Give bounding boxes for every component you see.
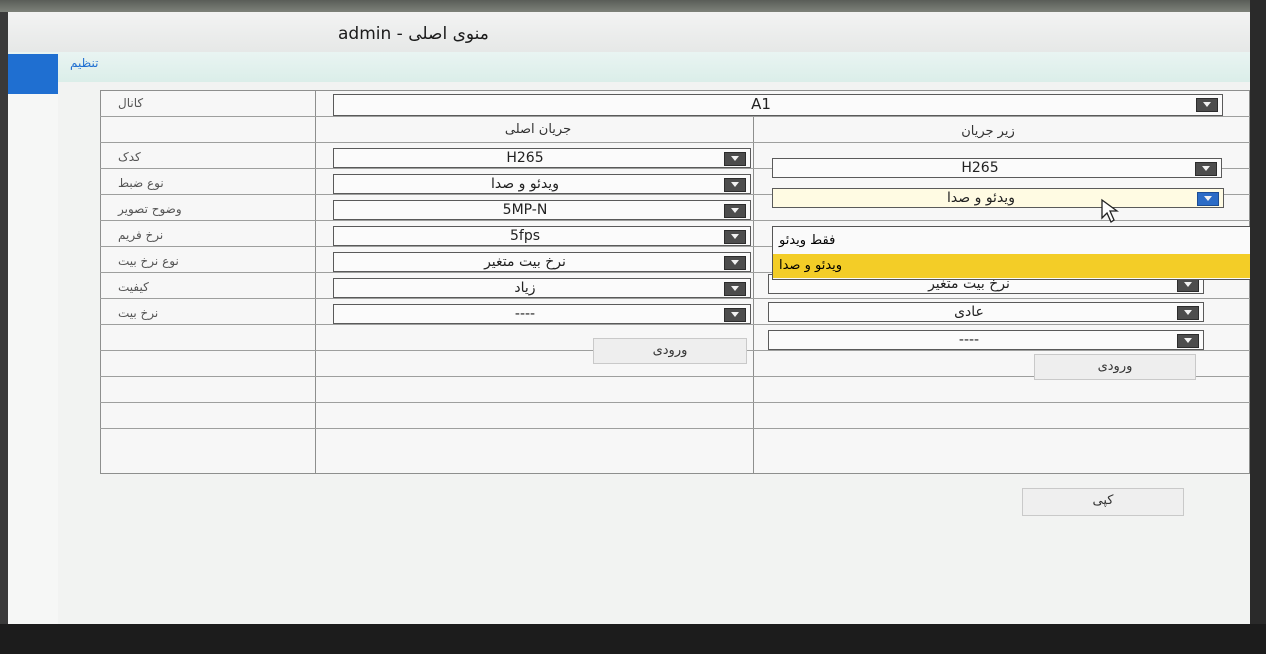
- chevron-down-icon[interactable]: [1197, 192, 1219, 206]
- monitor-bezel-left: [0, 0, 8, 654]
- chevron-down-icon[interactable]: [1195, 162, 1217, 176]
- dropdown-option-video-audio[interactable]: ویدئو و صدا: [773, 254, 1250, 278]
- side-menu-button[interactable]: [8, 54, 58, 94]
- row-line: [100, 116, 1250, 117]
- main-resolution-select[interactable]: 5MP-N: [333, 200, 751, 220]
- title-bar: admin - منوی اصلی: [8, 12, 1250, 53]
- row-line: [100, 428, 1250, 429]
- row-line: [100, 324, 1250, 325]
- window-title: admin - منوی اصلی: [338, 24, 489, 44]
- sub-quality-value: عادی: [954, 304, 984, 320]
- main-resolution-value: 5MP-N: [502, 202, 548, 218]
- main-frame-rate-select[interactable]: 5fps: [333, 226, 751, 246]
- main-record-type-select[interactable]: ویدئو و صدا: [333, 174, 751, 194]
- sidebar: [8, 94, 58, 624]
- chevron-down-icon[interactable]: [724, 308, 746, 322]
- chevron-down-icon[interactable]: [1177, 334, 1199, 348]
- chevron-down-icon[interactable]: [724, 178, 746, 192]
- monitor-bezel-top: [0, 0, 1266, 12]
- tab-strip: [8, 52, 1250, 82]
- column-divider-1: [315, 90, 316, 474]
- record-type-label: نوع ضبط: [118, 176, 164, 190]
- sub-record-type-select[interactable]: ویدئو و صدا: [772, 188, 1224, 208]
- tab-setup[interactable]: تنظیم: [70, 56, 98, 70]
- main-bitrate-type-select[interactable]: نرخ بیت متغیر: [333, 252, 751, 272]
- row-line: [100, 402, 1250, 403]
- main-input-button[interactable]: ورودی: [593, 338, 747, 364]
- sub-quality-select[interactable]: عادی: [768, 302, 1204, 322]
- row-line: [100, 142, 1250, 143]
- chevron-down-icon[interactable]: [1196, 98, 1218, 112]
- channel-select[interactable]: A1: [333, 94, 1223, 116]
- monitor-bezel-right: [1250, 0, 1266, 654]
- column-divider-2: [753, 116, 754, 474]
- sub-codec-value: H265: [961, 160, 999, 176]
- record-type-dropdown-list: فقط ویدئو ویدئو و صدا: [772, 226, 1250, 280]
- sub-input-button[interactable]: ورودی: [1034, 354, 1196, 380]
- chevron-down-icon[interactable]: [724, 282, 746, 296]
- channel-value: A1: [751, 95, 771, 113]
- main-frame-rate-value: 5fps: [509, 228, 541, 244]
- channel-label: کانال: [118, 96, 144, 110]
- sub-stream-header: زیر جریان: [961, 124, 1015, 139]
- main-bitrate-value: ----: [514, 306, 536, 322]
- main-codec-select[interactable]: H265: [333, 148, 751, 168]
- sub-bitrate-select[interactable]: ----: [768, 330, 1204, 350]
- dropdown-option-video-only[interactable]: فقط ویدئو: [773, 229, 1250, 253]
- quality-label: کیفیت: [118, 280, 149, 294]
- main-codec-value: H265: [506, 150, 544, 166]
- resolution-label: وضوح تصویر: [118, 202, 182, 216]
- main-quality-value: زیاد: [514, 280, 536, 296]
- bitrate-type-label: نوع نرخ بیت: [118, 254, 179, 268]
- chevron-down-icon[interactable]: [724, 256, 746, 270]
- main-record-type-value: ویدئو و صدا: [491, 176, 559, 192]
- main-stream-header: جریان اصلی: [504, 122, 572, 137]
- copy-button[interactable]: کپی: [1022, 488, 1184, 516]
- sub-bitrate-value: ----: [958, 332, 980, 348]
- chevron-down-icon[interactable]: [724, 152, 746, 166]
- main-quality-select[interactable]: زیاد: [333, 278, 751, 298]
- main-bitrate-type-value: نرخ بیت متغیر: [484, 254, 566, 270]
- chevron-down-icon[interactable]: [724, 230, 746, 244]
- frame-rate-label: نرخ فریم: [118, 228, 164, 242]
- mouse-pointer-icon: [1101, 198, 1119, 223]
- screen: admin - منوی اصلی تنظیم کانال A1 جریان ا…: [8, 12, 1250, 624]
- monitor-bezel-bottom: [0, 624, 1266, 654]
- bitrate-label: نرخ بیت: [118, 306, 159, 320]
- row-line: [100, 220, 1250, 221]
- sub-codec-select[interactable]: H265: [772, 158, 1222, 178]
- chevron-down-icon[interactable]: [1177, 306, 1199, 320]
- main-bitrate-select[interactable]: ----: [333, 304, 751, 324]
- chevron-down-icon[interactable]: [1177, 278, 1199, 292]
- codec-label: کدک: [118, 150, 141, 164]
- chevron-down-icon[interactable]: [724, 204, 746, 218]
- row-line: [100, 298, 1250, 299]
